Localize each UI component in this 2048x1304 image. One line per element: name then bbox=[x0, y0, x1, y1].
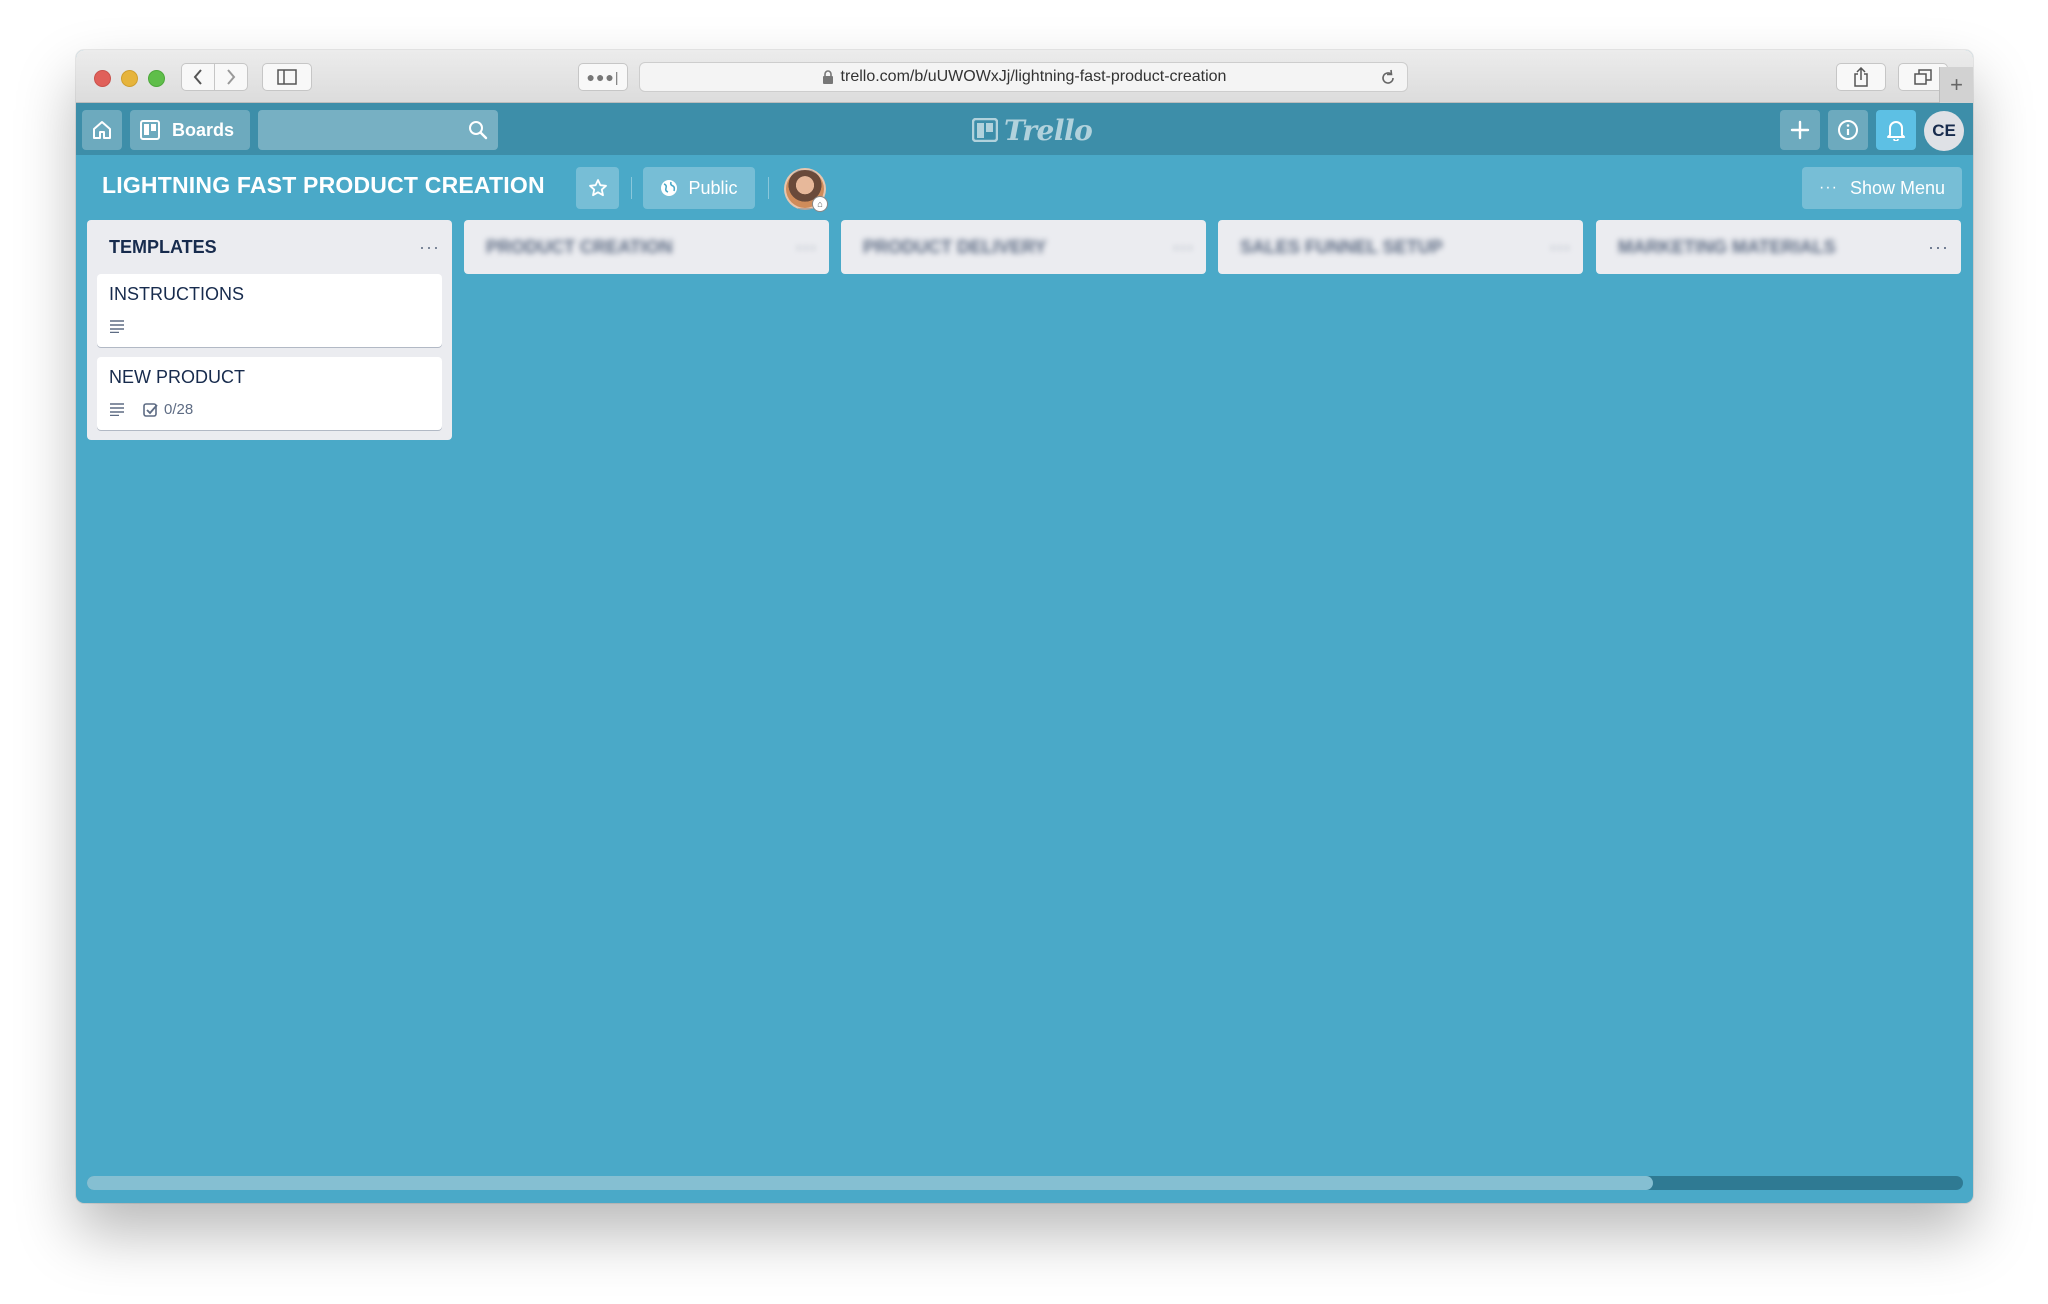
show-menu-button[interactable]: ··· Show Menu bbox=[1802, 167, 1962, 209]
browser-window: ●●●| trello.com/b/uUWOWxJj/lightning-fas… bbox=[76, 50, 1973, 1203]
list-header: PRODUCT CREATION ··· bbox=[464, 220, 829, 274]
more-dots-icon: ··· bbox=[1818, 179, 1838, 196]
list-title[interactable]: SALES FUNNEL SETUP bbox=[1240, 237, 1443, 258]
card-title: NEW PRODUCT bbox=[109, 367, 245, 387]
list-header: TEMPLATES ··· bbox=[87, 220, 452, 274]
app-header: Boards Trello CE bbox=[76, 103, 1973, 155]
card-badges bbox=[109, 317, 430, 335]
boards-icon bbox=[140, 120, 160, 140]
forward-button[interactable] bbox=[214, 63, 248, 91]
url-text: trello.com/b/uUWOWxJj/lightning-fast-pro… bbox=[840, 68, 1227, 85]
list-menu-button[interactable]: ··· bbox=[419, 237, 440, 258]
chevron-right-icon bbox=[227, 69, 236, 85]
trello-logo-icon bbox=[972, 118, 998, 142]
chevron-left-icon bbox=[193, 69, 202, 85]
boards-label: Boards bbox=[172, 119, 235, 140]
horizontal-scrollbar[interactable] bbox=[87, 1176, 1963, 1190]
list-menu-button[interactable]: ··· bbox=[1173, 237, 1194, 258]
notifications-button[interactable] bbox=[1876, 110, 1916, 150]
scrollbar-thumb[interactable] bbox=[87, 1176, 1653, 1190]
sidebar-toggle-button[interactable] bbox=[262, 63, 312, 91]
minimize-window-button[interactable] bbox=[121, 70, 138, 87]
info-icon bbox=[1838, 120, 1858, 140]
bell-icon bbox=[1887, 121, 1905, 141]
description-icon bbox=[110, 403, 124, 416]
new-tab-button[interactable]: + bbox=[1939, 67, 1973, 103]
list-product-creation[interactable]: PRODUCT CREATION ··· bbox=[464, 220, 829, 274]
star-icon bbox=[588, 179, 607, 197]
boards-button[interactable]: Boards bbox=[130, 110, 250, 150]
info-button[interactable] bbox=[1828, 110, 1868, 150]
more-dots-icon: ●●●| bbox=[586, 69, 620, 85]
zoom-window-button[interactable] bbox=[148, 70, 165, 87]
address-bar[interactable]: trello.com/b/uUWOWxJj/lightning-fast-pro… bbox=[639, 62, 1408, 92]
search-input[interactable] bbox=[258, 110, 498, 150]
list-title[interactable]: PRODUCT CREATION bbox=[486, 237, 673, 258]
board-title[interactable]: LIGHTNING FAST PRODUCT CREATION bbox=[102, 172, 545, 199]
admin-badge-icon: ⌂ bbox=[812, 196, 828, 212]
close-window-button[interactable] bbox=[94, 70, 111, 87]
list-menu-button[interactable]: ··· bbox=[796, 237, 817, 258]
list-sales-funnel-setup[interactable]: SALES FUNNEL SETUP ··· bbox=[1218, 220, 1583, 274]
trello-logo[interactable]: Trello bbox=[972, 113, 1093, 147]
reload-icon[interactable] bbox=[1379, 69, 1397, 87]
list-header: SALES FUNNEL SETUP ··· bbox=[1218, 220, 1583, 274]
checklist-count: 0/28 bbox=[164, 400, 194, 418]
list-product-delivery[interactable]: PRODUCT DELIVERY ··· bbox=[841, 220, 1206, 274]
list-header: MARKETING MATERIALS ··· bbox=[1596, 220, 1961, 274]
divider bbox=[768, 177, 769, 199]
visibility-label: Public bbox=[688, 177, 738, 198]
tabs-icon bbox=[1914, 69, 1932, 85]
list-title[interactable]: TEMPLATES bbox=[109, 237, 217, 258]
card-badges: 0/28 bbox=[109, 400, 430, 418]
list-header: PRODUCT DELIVERY ··· bbox=[841, 220, 1206, 274]
list-title[interactable]: MARKETING MATERIALS bbox=[1618, 237, 1836, 258]
home-button[interactable] bbox=[82, 110, 122, 150]
back-button[interactable] bbox=[181, 63, 215, 91]
list-templates[interactable]: TEMPLATES ··· INSTRUCTIONS NEW PRODUCT 0… bbox=[87, 220, 452, 440]
checklist-icon bbox=[143, 402, 158, 417]
share-icon bbox=[1854, 67, 1868, 87]
card-instructions[interactable]: INSTRUCTIONS bbox=[97, 274, 442, 347]
search-icon bbox=[469, 121, 488, 140]
list-menu-button[interactable]: ··· bbox=[1550, 237, 1571, 258]
card-new-product[interactable]: NEW PRODUCT 0/28 bbox=[97, 357, 442, 430]
plus-icon bbox=[1790, 120, 1810, 140]
sidebar-icon bbox=[277, 69, 297, 85]
card-title: INSTRUCTIONS bbox=[109, 284, 244, 304]
list-menu-button[interactable]: ··· bbox=[1928, 237, 1949, 258]
extensions-button[interactable]: ●●●| bbox=[578, 63, 628, 91]
plus-icon: + bbox=[1950, 72, 1963, 97]
description-icon bbox=[110, 320, 124, 333]
checklist-badge: 0/28 bbox=[143, 401, 193, 418]
globe-icon bbox=[661, 180, 678, 196]
trello-wordmark: Trello bbox=[1004, 113, 1093, 147]
share-button[interactable] bbox=[1836, 63, 1886, 91]
home-icon bbox=[93, 121, 111, 139]
member-avatar[interactable]: ⌂ bbox=[784, 168, 828, 212]
user-avatar[interactable]: CE bbox=[1924, 111, 1964, 151]
visibility-button[interactable]: Public bbox=[643, 167, 755, 209]
create-button[interactable] bbox=[1780, 110, 1820, 150]
list-title[interactable]: PRODUCT DELIVERY bbox=[863, 237, 1046, 258]
star-board-button[interactable] bbox=[576, 167, 619, 209]
list-marketing-materials[interactable]: MARKETING MATERIALS ··· bbox=[1596, 220, 1961, 274]
divider bbox=[631, 177, 632, 199]
lock-icon bbox=[822, 70, 833, 84]
show-menu-label: Show Menu bbox=[1849, 177, 1946, 198]
browser-toolbar: ●●●| trello.com/b/uUWOWxJj/lightning-fas… bbox=[76, 50, 1973, 103]
